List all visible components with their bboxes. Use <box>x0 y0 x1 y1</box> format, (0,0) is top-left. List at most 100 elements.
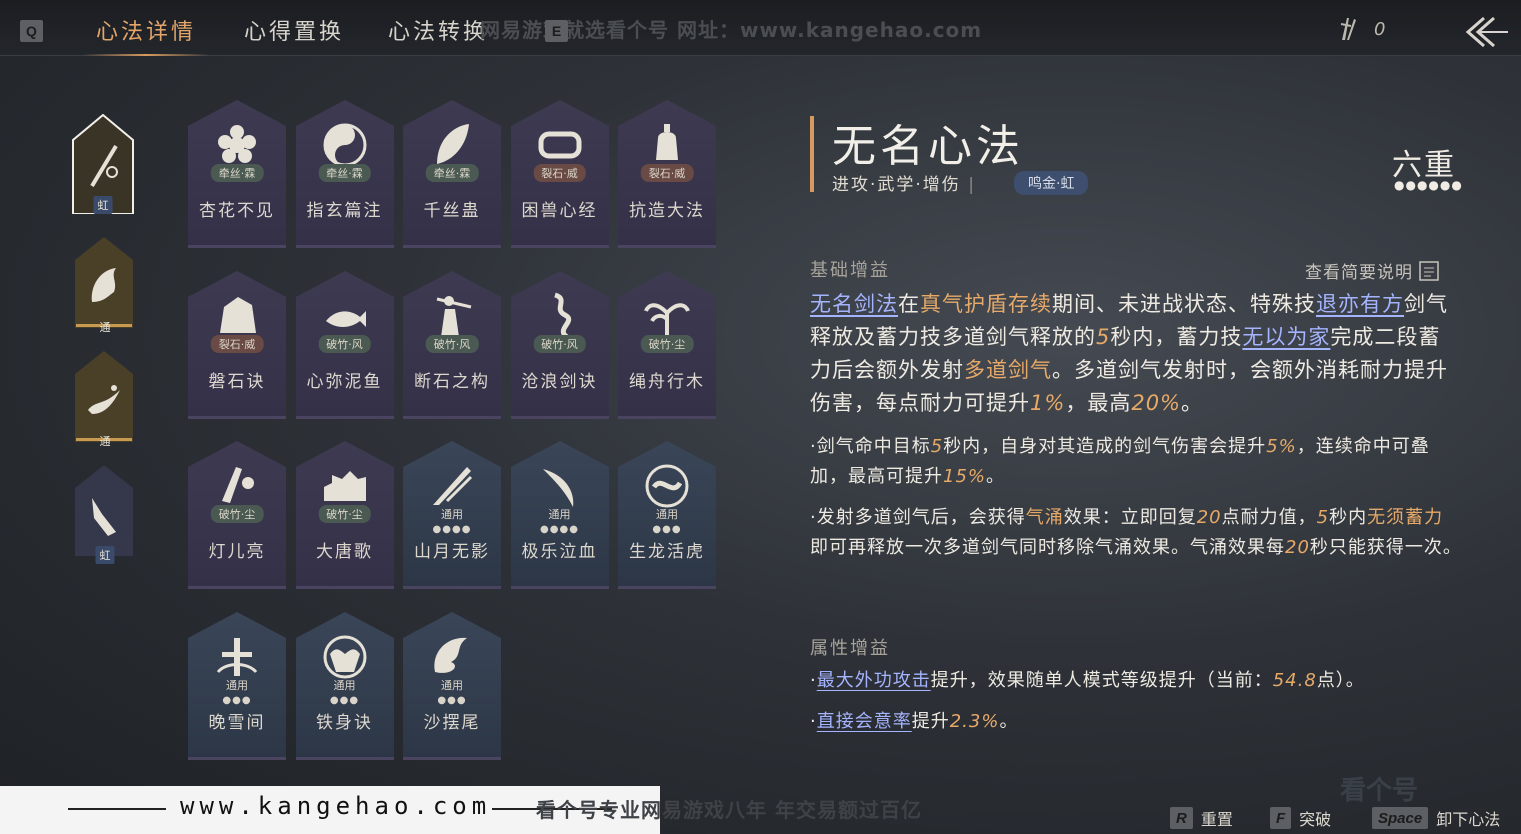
tab-insight-swap[interactable]: 心得置换 <box>244 14 344 48</box>
rail-slot-3[interactable]: 通 <box>74 350 136 448</box>
currency-value: 0 <box>1374 18 1386 40</box>
desc-text: 秒只能获得一次。 <box>1309 537 1462 558</box>
rail-badge: 虹 <box>95 546 115 564</box>
fish-icon <box>325 310 366 327</box>
card-level-dots: ●●● <box>222 694 252 706</box>
card-level-dots: ●●● <box>652 524 682 535</box>
card-name: 抗造大法 <box>629 201 705 221</box>
skill-card[interactable]: 破竹·风心弥泥鱼 <box>295 270 394 419</box>
back-arrow-icon[interactable] <box>1462 12 1510 52</box>
skill-card[interactable]: 裂石·威 抗造大法 <box>618 100 716 248</box>
blade-icon <box>542 469 573 507</box>
taichi-icon <box>323 123 366 167</box>
skill-card[interactable]: 牵丝·霖 杏花不见 <box>188 100 286 248</box>
skill-card[interactable]: 通用 ●●● 沙摆尾 <box>403 611 501 760</box>
card-name: 生龙活虎 <box>629 542 705 562</box>
desc-text: 提升，效果随单人模式等级提升（当前： <box>930 670 1273 691</box>
rail-slot-4[interactable]: 虹 <box>74 464 136 564</box>
card-name: 沧浪剑诀 <box>521 371 598 392</box>
card-tag: 通用 <box>333 678 356 692</box>
bullet-sword-qi: ·剑气命中目标5秒内，自身对其造成的剑气伤害会提升5%，连续命中可叠加，最高可提… <box>810 432 1462 492</box>
key-q-hint[interactable]: Q <box>20 20 43 42</box>
rail-slot-1[interactable]: 虹 <box>72 113 134 215</box>
desc-number: 20 <box>1196 507 1222 528</box>
document-icon <box>1419 260 1439 281</box>
view-summary-text: 查看简要说明 <box>1305 263 1413 283</box>
card-level-dots: ●●● <box>437 694 467 706</box>
link-max-attack[interactable]: 最大外功攻击 <box>817 670 931 691</box>
desc-text: ·剑气命中目标 <box>810 436 931 457</box>
feather-currency-icon <box>1340 18 1356 40</box>
link-crit-rate[interactable]: 直接会意率 <box>817 711 912 732</box>
skill-school-chip: 鸣金·虹 <box>1014 171 1089 195</box>
rail-slot-2[interactable]: 通 <box>74 236 136 334</box>
watermark-bottom: 看个号专业网易游戏八年 年交易额过百亿 <box>536 798 922 822</box>
leaf-icon <box>437 124 469 164</box>
skill-card[interactable]: 破竹·风 沧浪剑诀 <box>510 270 609 419</box>
card-tag: 破竹·尘 <box>318 505 371 523</box>
city-icon <box>323 471 366 501</box>
card-tag: 通用 <box>441 678 463 692</box>
skill-card[interactable]: 牵丝·霖 千丝蛊 <box>403 100 501 248</box>
tier-dots: ●●●●●● <box>1394 178 1463 192</box>
skill-card[interactable]: 通用 ●●●● 山月无影 <box>403 441 501 589</box>
key-e-hint[interactable]: E <box>545 20 568 42</box>
skill-card[interactable]: 裂石·威 困兽心经 <box>510 100 609 248</box>
top-bar: Q 心法详情 心得置换 心法转换 网易游戏就选看个号 网址：www.kangeh… <box>0 0 1521 56</box>
card-tag: 通用 <box>441 508 463 521</box>
link-wuming-sword[interactable]: 无名剑法 <box>810 292 898 316</box>
muscle-icon <box>323 635 366 678</box>
card-tag: 破竹·尘 <box>210 505 264 523</box>
flower-icon <box>218 125 256 163</box>
skill-card[interactable]: 通用 ●●●● 极乐泣血 <box>510 441 609 589</box>
card-tag: 破竹·风 <box>318 334 371 353</box>
card-name: 灯儿亮 <box>208 542 266 562</box>
card-name: 心弥泥鱼 <box>306 371 383 392</box>
key-f: F <box>1270 807 1292 829</box>
hint-reset[interactable]: R 重置 <box>1170 806 1233 830</box>
skill-card[interactable]: 通用 ●●● 晚雪间 <box>188 611 286 760</box>
link-tuiyiyoufang[interactable]: 退亦有方 <box>1316 292 1404 316</box>
card-tag: 破竹·风 <box>425 334 479 353</box>
card-tag: 通用 <box>656 508 678 521</box>
skill-card[interactable]: 通用 ●●● 铁身诀 <box>295 611 394 760</box>
tree-icon <box>644 302 690 337</box>
card-tag: 通用 <box>226 678 248 692</box>
rail-badge: 虹 <box>93 196 113 214</box>
dragon-icon <box>553 292 571 339</box>
desc-text: 秒内，蓄力技 <box>1110 325 1243 349</box>
hint-label: 卸下心法 <box>1436 810 1501 829</box>
skill-card[interactable]: 破竹·尘 大唐歌 <box>295 441 394 589</box>
skill-card[interactable]: 破竹·尘灯儿亮 <box>188 441 286 589</box>
banner-rule <box>68 808 166 810</box>
collar-icon <box>538 131 581 159</box>
hint-unequip[interactable]: Space 卸下心法 <box>1372 806 1500 830</box>
card-level-dots: ●●●● <box>540 524 579 535</box>
skill-card[interactable]: 破竹·尘 绳舟行木 <box>618 270 716 419</box>
title-accent-bar <box>810 116 814 192</box>
slash-icon <box>433 467 473 505</box>
cross-icon <box>216 637 258 676</box>
desc-text: 在 <box>898 292 920 316</box>
link-wuyiweijia[interactable]: 无以为家 <box>1242 325 1330 349</box>
bullet-qi-surge: ·发射多道剑气后，会获得气涌效果：立即回复20点耐力值，5秒内无须蓄力即可再释放… <box>810 503 1462 563</box>
skill-card[interactable]: 裂石·威 磐石诀 <box>188 270 286 419</box>
attr-crit-rate: ·直接会意率提升2.3%。 <box>810 707 1462 737</box>
desc-text: 秒内 <box>1329 507 1368 528</box>
hint-breakthrough[interactable]: F 突破 <box>1270 806 1331 830</box>
desc-highlight: 无须蓄力 <box>1367 507 1444 528</box>
card-name: 绳舟行木 <box>629 371 705 392</box>
site-url: www.kangehao.com <box>180 792 492 820</box>
skill-card[interactable]: 通用 ●●● 生龙活虎 <box>618 441 716 589</box>
skill-card[interactable]: 破竹·风 断石之构 <box>403 270 501 419</box>
desc-number: 2.3% <box>949 711 1000 732</box>
main-description: 无名剑法在真气护盾存续期间、未进战状态、特殊技退亦有方剑气释放及蓄力技多道剑气释… <box>810 288 1462 420</box>
tab-skill-convert[interactable]: 心法转换 <box>388 14 488 48</box>
card-name: 磐石诀 <box>208 371 266 392</box>
rock-icon <box>220 296 256 333</box>
tab-skill-detail[interactable]: 心法详情 <box>81 14 211 56</box>
card-name: 杏花不见 <box>199 201 275 221</box>
skill-card[interactable]: 牵丝·霖 指玄篇注 <box>295 100 394 248</box>
desc-text: 效果：立即回复 <box>1063 507 1197 528</box>
view-summary-link[interactable]: 查看简要说明 <box>1305 258 1439 283</box>
